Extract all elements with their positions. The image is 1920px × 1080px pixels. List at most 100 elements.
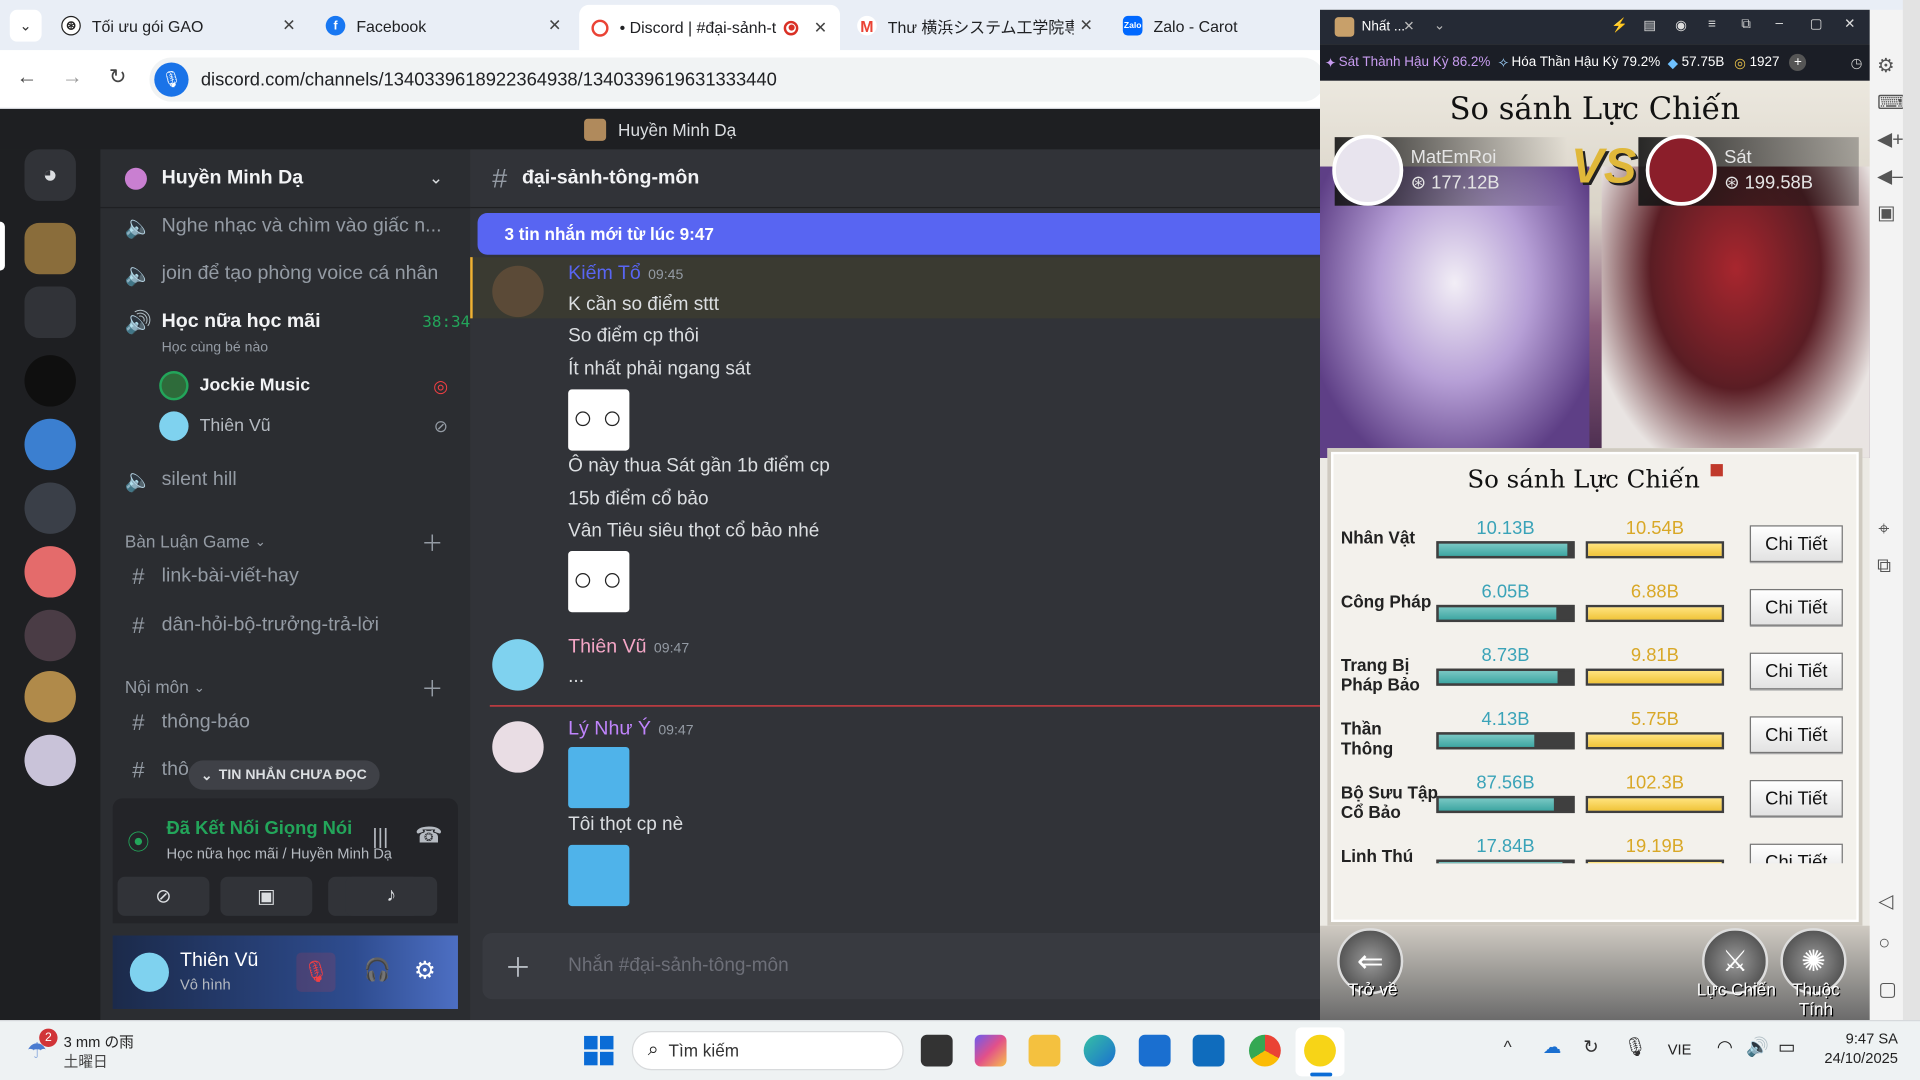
voice-channel-active[interactable]: 🔊 Học nữa học mãi 38:34 bbox=[125, 304, 470, 341]
category-header[interactable]: Nội môn ⌄ bbox=[125, 677, 205, 697]
volume-down-icon[interactable]: ◀– bbox=[1877, 164, 1903, 188]
voice-channel[interactable]: 🔈 join để tạo phòng voice cá nhân bbox=[125, 256, 438, 293]
clock[interactable]: 9:47 SA 24/10/2025 bbox=[1812, 1030, 1898, 1067]
voice-channel[interactable]: 🔈 Nghe nhạc và chìm vào giấc n... bbox=[125, 208, 442, 245]
window-scrollbar[interactable] bbox=[1902, 0, 1920, 1080]
add-currency-icon[interactable]: + bbox=[1789, 53, 1807, 72]
detail-button[interactable]: Chi Tiết bbox=[1749, 588, 1843, 626]
category-header[interactable]: Bàn Luận Game ⌄ bbox=[125, 531, 266, 551]
battery-icon[interactable]: ▭ bbox=[1778, 1036, 1795, 1058]
back-nav-icon[interactable]: ◁ bbox=[1878, 889, 1893, 913]
edge-icon[interactable] bbox=[1083, 1034, 1116, 1067]
maximize-icon[interactable]: ▢ bbox=[1810, 16, 1823, 32]
avatar[interactable] bbox=[492, 721, 544, 773]
store-icon[interactable]: ▤ bbox=[1643, 17, 1656, 33]
microphone-icon[interactable]: 🎙 bbox=[1624, 1036, 1647, 1058]
server-icon[interactable] bbox=[24, 734, 76, 787]
text-channel[interactable]: # thông-báo bbox=[125, 704, 250, 741]
noise-suppression-icon[interactable]: ||| bbox=[372, 825, 388, 849]
onedrive-icon[interactable]: ☁ bbox=[1543, 1036, 1561, 1058]
address-bar[interactable]: 🎙 discord.com/channels/13403396189223649… bbox=[149, 57, 1325, 102]
outlook-icon[interactable] bbox=[1192, 1034, 1225, 1067]
browser-tab[interactable]: f Facebook ✕ bbox=[313, 7, 574, 44]
headphones-icon[interactable]: 🎧 bbox=[364, 958, 391, 984]
home-nav-icon[interactable]: ○ bbox=[1878, 933, 1890, 955]
message-author[interactable]: Lý Như Ý 09:47 bbox=[568, 719, 693, 741]
reload-icon[interactable]: ↻ bbox=[103, 65, 132, 89]
weather-widget[interactable]: ☂ 2 3 mm の雨 土曜日 bbox=[24, 1028, 220, 1073]
server-icon[interactable] bbox=[24, 418, 76, 471]
menu-icon[interactable]: ≡ bbox=[1708, 17, 1716, 32]
taskbar-search[interactable]: ⌕ Tìm kiếm bbox=[631, 1031, 904, 1071]
back-icon[interactable]: ← bbox=[12, 65, 41, 89]
detail-button[interactable]: Chi Tiết bbox=[1749, 652, 1843, 690]
screen-share-button[interactable]: ▣ bbox=[220, 876, 313, 916]
windows-start-icon[interactable] bbox=[584, 1035, 614, 1066]
input-language[interactable]: VIE bbox=[1668, 1041, 1692, 1058]
text-channel[interactable]: # link-bài-viết-hay bbox=[125, 558, 299, 595]
clock-icon[interactable]: ◷ bbox=[1851, 54, 1863, 71]
task-view-icon[interactable] bbox=[920, 1034, 953, 1067]
close-icon[interactable]: ✕ bbox=[542, 16, 566, 36]
location-icon[interactable]: ⌖ bbox=[1878, 519, 1889, 541]
unread-messages-pill[interactable]: ⌄ TIN NHẮN CHƯA ĐỌC bbox=[188, 760, 380, 790]
close-icon[interactable]: ✕ bbox=[277, 16, 301, 36]
detail-button[interactable]: Chi Tiết bbox=[1749, 780, 1843, 817]
plus-icon[interactable]: ＋ bbox=[504, 947, 536, 986]
close-icon[interactable]: ✕ bbox=[1074, 16, 1098, 36]
new-messages-bar[interactable]: 3 tin nhắn mới từ lúc 9:47 bbox=[477, 213, 1321, 255]
volume-icon[interactable]: 🔊 bbox=[1746, 1036, 1769, 1058]
server-icon[interactable] bbox=[24, 482, 76, 534]
avatar[interactable] bbox=[492, 639, 544, 691]
settings-gear-icon[interactable]: ⚙ bbox=[414, 955, 436, 986]
settings-gear-icon[interactable]: ⚙ bbox=[1877, 54, 1895, 78]
voice-status-channel[interactable]: Học nữa học mãi / Huyền Minh Dạ bbox=[167, 845, 392, 862]
voice-channel[interactable]: 🔈 silent hill bbox=[125, 462, 237, 499]
close-icon[interactable]: ✕ bbox=[808, 18, 832, 38]
avatar[interactable] bbox=[492, 265, 544, 318]
sync-icon[interactable]: ↻ bbox=[1583, 1036, 1598, 1058]
server-header[interactable]: Huyền Minh Dạ ⌄ bbox=[100, 149, 471, 209]
recents-nav-icon[interactable]: ▢ bbox=[1878, 977, 1897, 1001]
close-icon[interactable]: ✕ bbox=[1403, 18, 1414, 35]
text-channel[interactable]: # dân-hỏi-bộ-trưởng-trả-lời bbox=[125, 607, 379, 644]
voice-member[interactable]: Jockie Music ◎ bbox=[159, 370, 448, 402]
avatar[interactable] bbox=[1645, 134, 1717, 206]
voice-member[interactable]: Thiên Vũ ⊘ bbox=[159, 410, 448, 442]
soundboard-button[interactable]: ♪ bbox=[345, 876, 438, 916]
add-channel-icon[interactable]: ＋ bbox=[421, 527, 443, 559]
disconnect-icon[interactable]: ☎ bbox=[415, 823, 442, 849]
multi-instance-icon[interactable]: ⧉ bbox=[1877, 556, 1891, 578]
volume-up-icon[interactable]: ◀+ bbox=[1877, 127, 1904, 151]
message-author[interactable]: Kiếm Tổ 09:45 bbox=[568, 263, 683, 285]
server-icon[interactable] bbox=[24, 609, 76, 662]
wifi-icon[interactable]: ◠ bbox=[1717, 1036, 1733, 1058]
account-icon[interactable]: ◉ bbox=[1675, 17, 1687, 33]
popout-icon[interactable]: ⧉ bbox=[1741, 17, 1751, 33]
detail-button[interactable]: Chi Tiết bbox=[1749, 716, 1843, 754]
emulator-icon[interactable] bbox=[1304, 1034, 1336, 1067]
server-icon[interactable] bbox=[24, 546, 76, 598]
m365-copilot-icon[interactable] bbox=[974, 1034, 1007, 1067]
browser-tab[interactable]: M Thư 横浜システム工学院専門 ✕ bbox=[845, 7, 1106, 44]
ms-store-icon[interactable] bbox=[1138, 1034, 1171, 1067]
file-explorer-icon[interactable] bbox=[1028, 1034, 1061, 1067]
sticker-image[interactable] bbox=[568, 551, 630, 613]
minimize-icon[interactable]: – bbox=[1776, 16, 1784, 31]
sticker-image[interactable] bbox=[568, 746, 630, 809]
keyboard-icon[interactable]: ⌨ bbox=[1877, 91, 1905, 115]
tray-chevron-icon[interactable]: ^ bbox=[1504, 1037, 1512, 1057]
message-composer[interactable]: ＋ Nhắn #đại-sảnh-tông-môn bbox=[482, 933, 1321, 1000]
sticker-image[interactable] bbox=[568, 844, 630, 907]
message-author[interactable]: Thiên Vũ 09:47 bbox=[568, 637, 689, 659]
site-info-icon[interactable]: 🎙 bbox=[154, 62, 189, 97]
mute-mic-button[interactable]: 🎙 bbox=[296, 952, 336, 992]
avatar[interactable] bbox=[1332, 134, 1404, 206]
browser-tab-active[interactable]: • Discord | #đại-sảnh-t ✕ bbox=[579, 4, 841, 51]
camera-off-button[interactable]: ⊘ bbox=[117, 876, 210, 916]
server-icon[interactable] bbox=[24, 671, 76, 723]
discord-home-icon[interactable]: ◕ bbox=[24, 149, 76, 201]
tab-search-button[interactable]: ⌄ bbox=[9, 9, 42, 42]
forward-icon[interactable]: → bbox=[58, 65, 87, 89]
server-icon[interactable] bbox=[24, 355, 76, 407]
